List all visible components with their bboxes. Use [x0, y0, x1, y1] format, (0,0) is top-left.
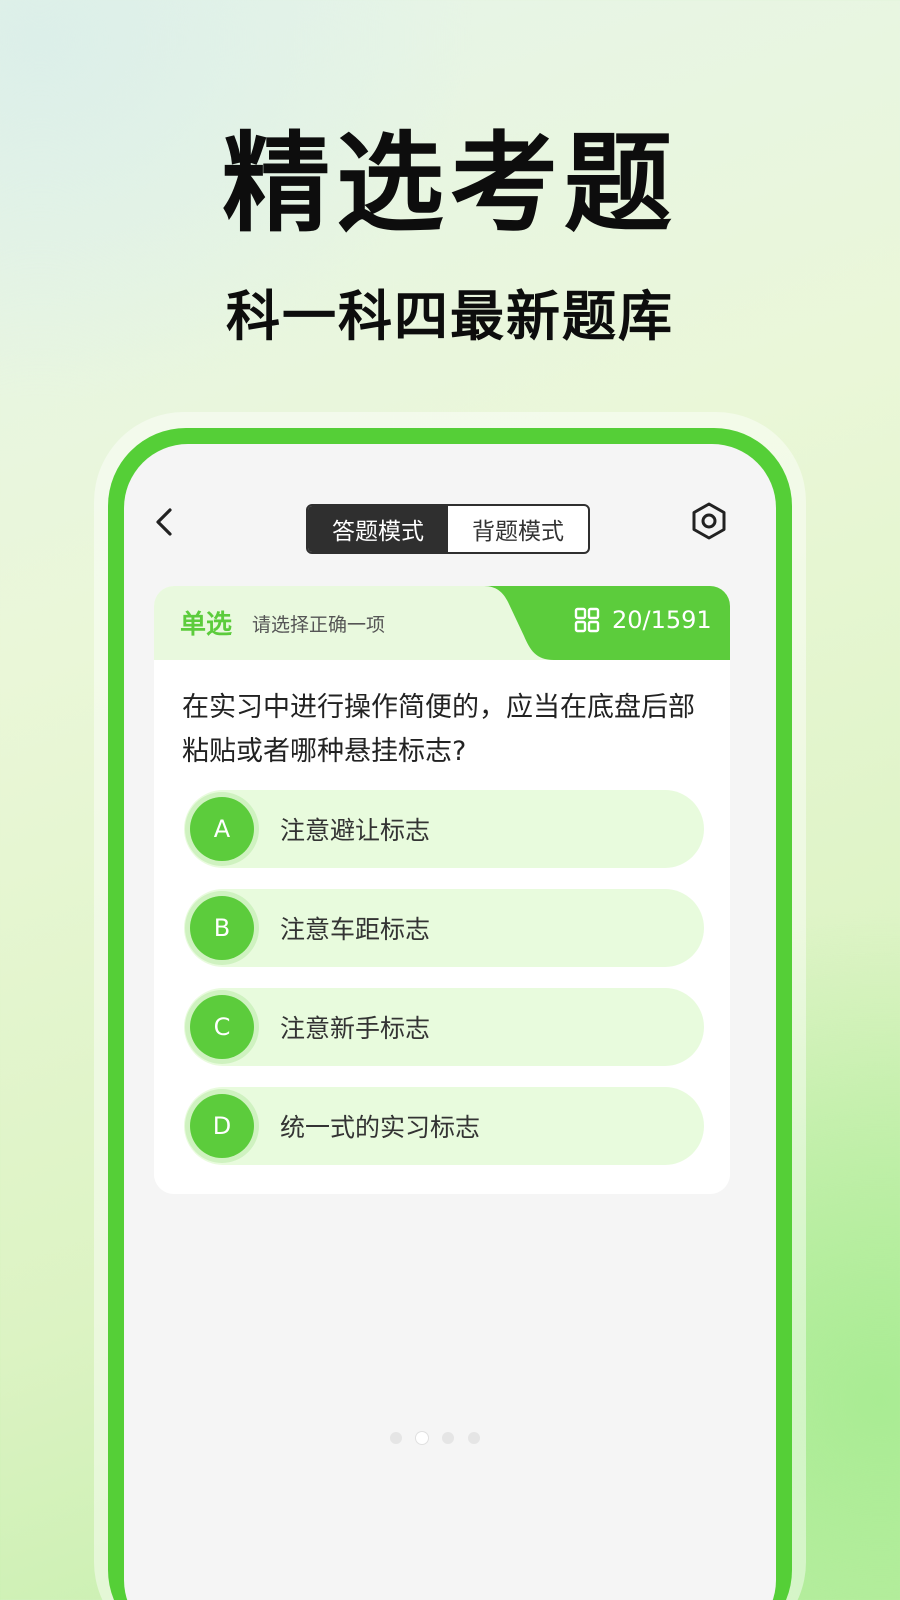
- page-dot-active[interactable]: [416, 1432, 428, 1444]
- option-text: 注意车距标志: [280, 915, 431, 944]
- option-letter: A: [190, 797, 254, 861]
- hexagon-settings-icon: [692, 502, 726, 540]
- grid-icon: [574, 607, 600, 633]
- option-text: 统一式的实习标志: [280, 1113, 481, 1142]
- hero-title: 精选考题: [221, 122, 678, 247]
- option-b[interactable]: B 注意车距标志: [184, 889, 704, 967]
- chevron-left-icon: [156, 508, 172, 536]
- progress-indicator[interactable]: 20/1591: [574, 606, 712, 634]
- mode-toggle: 答题模式 背题模式: [306, 504, 590, 554]
- hero-subtitle: 科一科四最新题库: [226, 285, 674, 348]
- option-d[interactable]: D 统一式的实习标志: [184, 1087, 704, 1165]
- back-button[interactable]: [144, 502, 184, 542]
- option-text: 注意新手标志: [280, 1014, 431, 1043]
- page-dot[interactable]: [468, 1432, 480, 1444]
- phone-screen: 答题模式 背题模式 单选 请选择正确一项 20/1591 在实习中进行操作简便的…: [124, 444, 776, 1600]
- page-dot[interactable]: [390, 1432, 402, 1444]
- question-type-label: 单选: [180, 610, 233, 640]
- option-letter: D: [190, 1094, 254, 1158]
- option-letter: B: [190, 896, 254, 960]
- page-indicator: [390, 1432, 480, 1444]
- tab-answer-mode[interactable]: 答题模式: [308, 506, 448, 552]
- card-header: 单选 请选择正确一项 20/1591: [154, 586, 730, 660]
- page-dot[interactable]: [442, 1432, 454, 1444]
- settings-button[interactable]: [686, 498, 732, 544]
- question-card: 单选 请选择正确一项 20/1591 在实习中进行操作简便的，应当在底盘后部粘贴…: [154, 586, 730, 1194]
- tab-memorize-mode[interactable]: 背题模式: [448, 506, 588, 552]
- option-text: 注意避让标志: [280, 816, 431, 845]
- card-body: 在实习中进行操作简便的，应当在底盘后部粘贴或者哪种悬挂标志? A 注意避让标志 …: [154, 660, 730, 1194]
- option-a[interactable]: A 注意避让标志: [184, 790, 704, 868]
- progress-count: 20/1591: [612, 606, 712, 634]
- question-hint: 请选择正确一项: [252, 614, 386, 636]
- question-text: 在实习中进行操作简便的，应当在底盘后部粘贴或者哪种悬挂标志?: [182, 692, 695, 767]
- option-letter: C: [190, 995, 254, 1059]
- option-c[interactable]: C 注意新手标志: [184, 988, 704, 1066]
